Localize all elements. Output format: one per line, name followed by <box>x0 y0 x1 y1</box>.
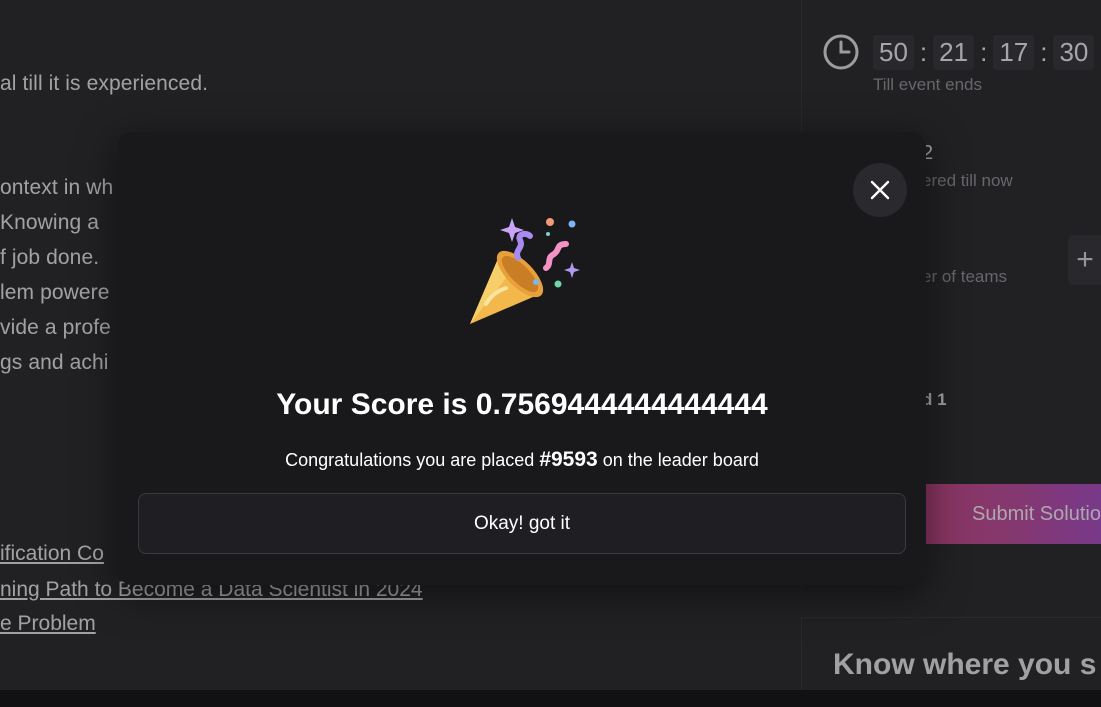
okay-got-it-button[interactable]: Okay! got it <box>138 493 906 554</box>
congrats-prefix: Congratulations you are placed <box>285 450 540 470</box>
congrats-suffix: on the leader board <box>597 450 759 470</box>
score-modal: Your Score is 0.7569444444444444 Congrat… <box>118 132 926 585</box>
congrats-message: Congratulations you are placed #9593 on … <box>118 448 926 472</box>
close-icon <box>870 180 890 200</box>
score-title: Your Score is 0.7569444444444444 <box>276 388 768 421</box>
leaderboard-rank: #9593 <box>539 448 598 471</box>
close-button[interactable] <box>853 163 907 217</box>
party-popper-icon <box>470 218 580 324</box>
